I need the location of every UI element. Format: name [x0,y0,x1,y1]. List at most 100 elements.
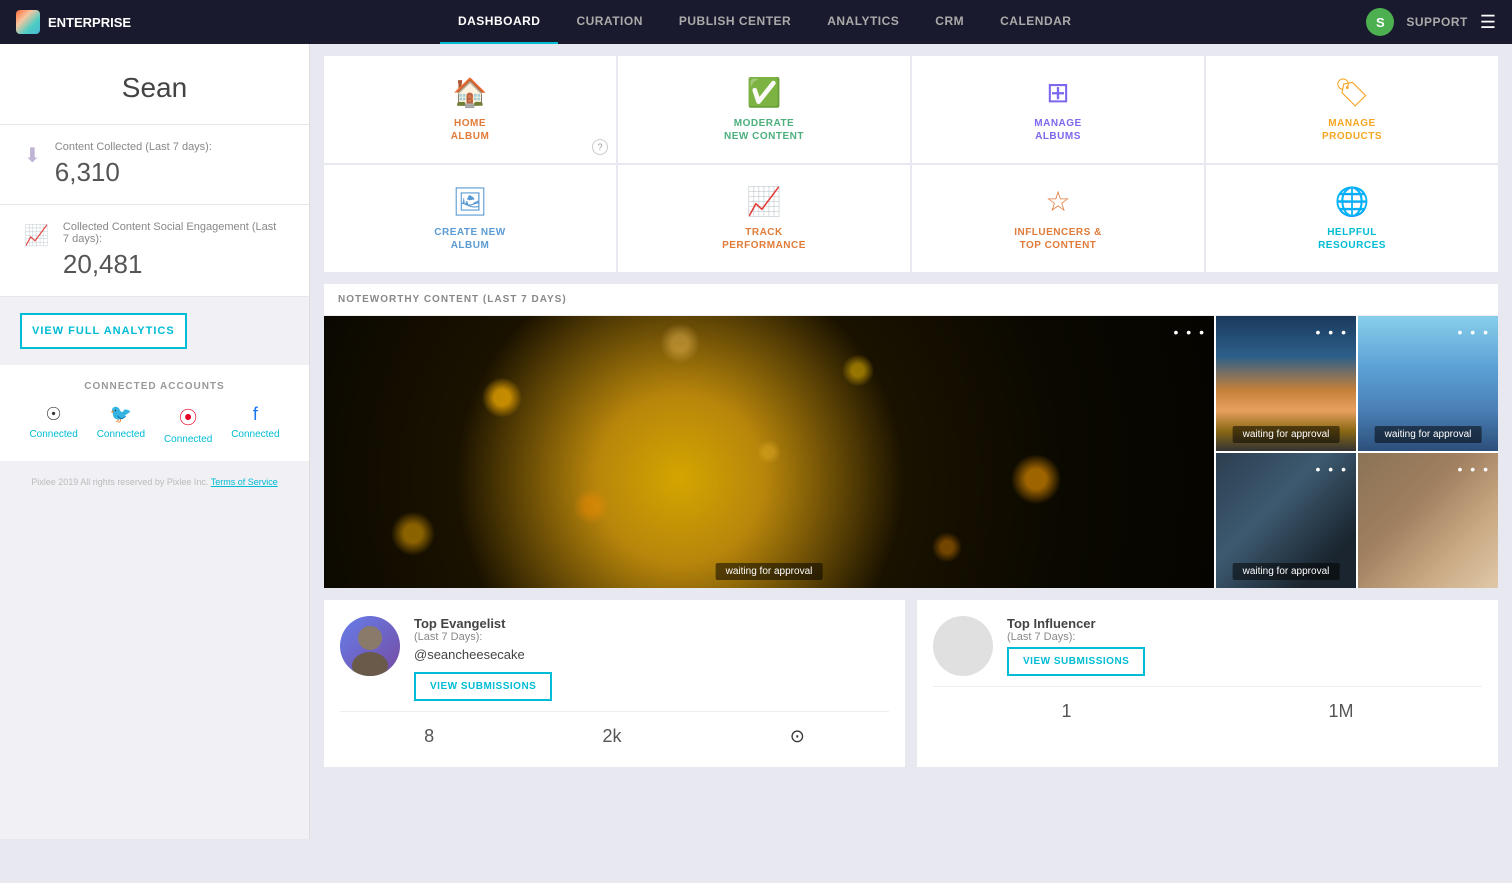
help-badge: ? [592,139,608,155]
evangelist-title: Top Evangelist [414,616,552,631]
tos-link[interactable]: Terms of Service [211,477,278,487]
helpful-label: HELPFULRESOURCES [1318,226,1386,252]
support-label: SUPPORT [1406,15,1468,29]
app-logo[interactable]: ENTERPRISE [16,10,131,34]
facebook-label: Connected [231,429,279,440]
instagram-account[interactable]: ☉ Connected [29,404,77,445]
influencer-stat-1: 1 [1061,701,1071,722]
influencer-view-btn[interactable]: VIEW SUBMISSIONS [1007,647,1145,676]
quick-grid: 🏠 HOMEALBUM ? ✅ MODERATENEW CONTENT ⊞ MA… [324,56,1498,272]
photo-man-dots[interactable]: • • • [1458,324,1490,340]
photo-city-dots[interactable]: • • • [1316,324,1348,340]
photo-woman2-dots[interactable]: • • • [1458,461,1490,477]
influencer-avatar [933,616,993,676]
nav-curation[interactable]: CURATION [558,0,660,44]
helpful-icon: 🌐 [1335,185,1370,218]
facebook-icon: f [231,404,279,425]
engagement-stat-card: 📈 Collected Content Social Engagement (L… [0,205,309,297]
nav-publish-center[interactable]: PUBLISH CENTER [661,0,809,44]
twitter-icon: 🐦 [97,404,145,425]
manage-albums-icon: ⊞ [1046,76,1069,109]
support-avatar[interactable]: S [1366,8,1394,36]
facebook-account[interactable]: f Connected [231,404,279,445]
moderate-icon: ✅ [747,76,782,109]
noteworthy-title: NOTEWORTHY CONTENT (LAST 7 DAYS) [324,284,1498,316]
photo-woman1-dots[interactable]: • • • [1316,461,1348,477]
bottom-row: Top Evangelist (Last 7 Days): @seanchees… [324,600,1498,767]
collected-label: Content Collected (Last 7 days): [55,141,212,153]
nav-right: S SUPPORT ☰ [1366,8,1496,36]
influencer-stat-2: 1M [1328,701,1353,722]
evangelist-stat-posts: 8 [424,726,434,747]
evangelist-stat-platform: ⊙ [790,726,805,747]
analytics-button[interactable]: VIEW FULL ANALYTICS [20,313,187,349]
quick-card-influencers[interactable]: ☆ INFLUENCERS &TOP CONTENT [912,165,1204,272]
nav-crm[interactable]: CRM [917,0,982,44]
influencer-period: (Last 7 Days): [1007,631,1145,643]
collected-value: 6,310 [55,157,212,188]
photo-main-dots[interactable]: • • • [1174,324,1206,340]
photo-woman1[interactable]: • • • waiting for approval [1216,453,1356,588]
create-icon: 🖼 [452,185,488,218]
main-content: 🏠 HOMEALBUM ? ✅ MODERATENEW CONTENT ⊞ MA… [310,44,1512,839]
quick-card-home[interactable]: 🏠 HOMEALBUM ? [324,56,616,163]
influencers-icon: ☆ [1045,185,1070,218]
evangelist-avatar [340,616,400,676]
main-layout: Sean ⬇ Content Collected (Last 7 days): … [0,44,1512,839]
engagement-icon: 📈 [24,223,49,248]
quick-card-track[interactable]: 📈 TRACKPERFORMANCE [618,165,910,272]
topnav: ENTERPRISE DASHBOARD CURATION PUBLISH CE… [0,0,1512,44]
manage-products-icon: 🏷 [1334,76,1370,109]
instagram-label: Connected [29,429,77,440]
evangelist-card: Top Evangelist (Last 7 Days): @seanchees… [324,600,905,767]
connected-title: CONNECTED ACCOUNTS [20,381,289,392]
pinterest-label: Connected [164,434,212,445]
noteworthy-section: NOTEWORTHY CONTENT (LAST 7 DAYS) • • • w… [324,284,1498,588]
collected-icon: ⬇ [24,143,41,168]
profile-name: Sean [20,72,289,104]
profile-section: Sean [0,44,309,125]
evangelist-stat-likes: 2k [602,726,621,747]
manage-albums-label: MANAGEALBUMS [1034,117,1081,143]
evangelist-period: (Last 7 Days): [414,631,552,643]
photo-city[interactable]: • • • waiting for approval [1216,316,1356,451]
influencers-label: INFLUENCERS &TOP CONTENT [1014,226,1102,252]
nav-dashboard[interactable]: DASHBOARD [440,0,559,44]
connected-section: CONNECTED ACCOUNTS ☉ Connected 🐦 Connect… [0,365,309,461]
logo-icon [16,10,40,34]
photo-man-approval: waiting for approval [1375,426,1482,443]
track-icon: 📈 [747,185,782,218]
quick-card-moderate[interactable]: ✅ MODERATENEW CONTENT [618,56,910,163]
hamburger-icon[interactable]: ☰ [1480,12,1496,33]
pinterest-account[interactable]: ⦿ Connected [164,404,212,445]
instagram-icon: ☉ [29,404,77,425]
manage-products-label: MANAGEPRODUCTS [1322,117,1382,143]
photo-main[interactable]: • • • waiting for approval [324,316,1214,588]
twitter-account[interactable]: 🐦 Connected [97,404,145,445]
quick-card-create[interactable]: 🖼 CREATE NEWALBUM [324,165,616,272]
create-label: CREATE NEWALBUM [434,226,505,252]
photo-main-approval: waiting for approval [716,563,823,580]
footer: Pixlee 2019 All rights reserved by Pixle… [0,461,309,487]
home-label: HOMEALBUM [451,117,490,143]
evangelist-view-btn[interactable]: VIEW SUBMISSIONS [414,672,552,701]
moderate-label: MODERATENEW CONTENT [724,117,804,143]
quick-card-helpful[interactable]: 🌐 HELPFULRESOURCES [1206,165,1498,272]
photo-man[interactable]: • • • waiting for approval [1358,316,1498,451]
twitter-label: Connected [97,429,145,440]
nav-calendar[interactable]: CALENDAR [982,0,1089,44]
pinterest-icon: ⦿ [164,404,212,430]
collected-stat-card: ⬇ Content Collected (Last 7 days): 6,310 [0,125,309,205]
photo-woman1-approval: waiting for approval [1233,563,1340,580]
quick-card-manage-albums[interactable]: ⊞ MANAGEALBUMS [912,56,1204,163]
nav-links: DASHBOARD CURATION PUBLISH CENTER ANALYT… [163,0,1366,44]
photo-woman2[interactable]: • • • [1358,453,1498,588]
engagement-label: Collected Content Social Engagement (Las… [63,221,285,245]
app-name: ENTERPRISE [48,15,131,30]
quick-card-manage-products[interactable]: 🏷 MANAGEPRODUCTS [1206,56,1498,163]
sidebar: Sean ⬇ Content Collected (Last 7 days): … [0,44,310,839]
connected-accounts: ☉ Connected 🐦 Connected ⦿ Connected f Co… [20,404,289,445]
home-icon: 🏠 [453,76,488,109]
nav-analytics[interactable]: ANALYTICS [809,0,917,44]
track-label: TRACKPERFORMANCE [722,226,806,252]
